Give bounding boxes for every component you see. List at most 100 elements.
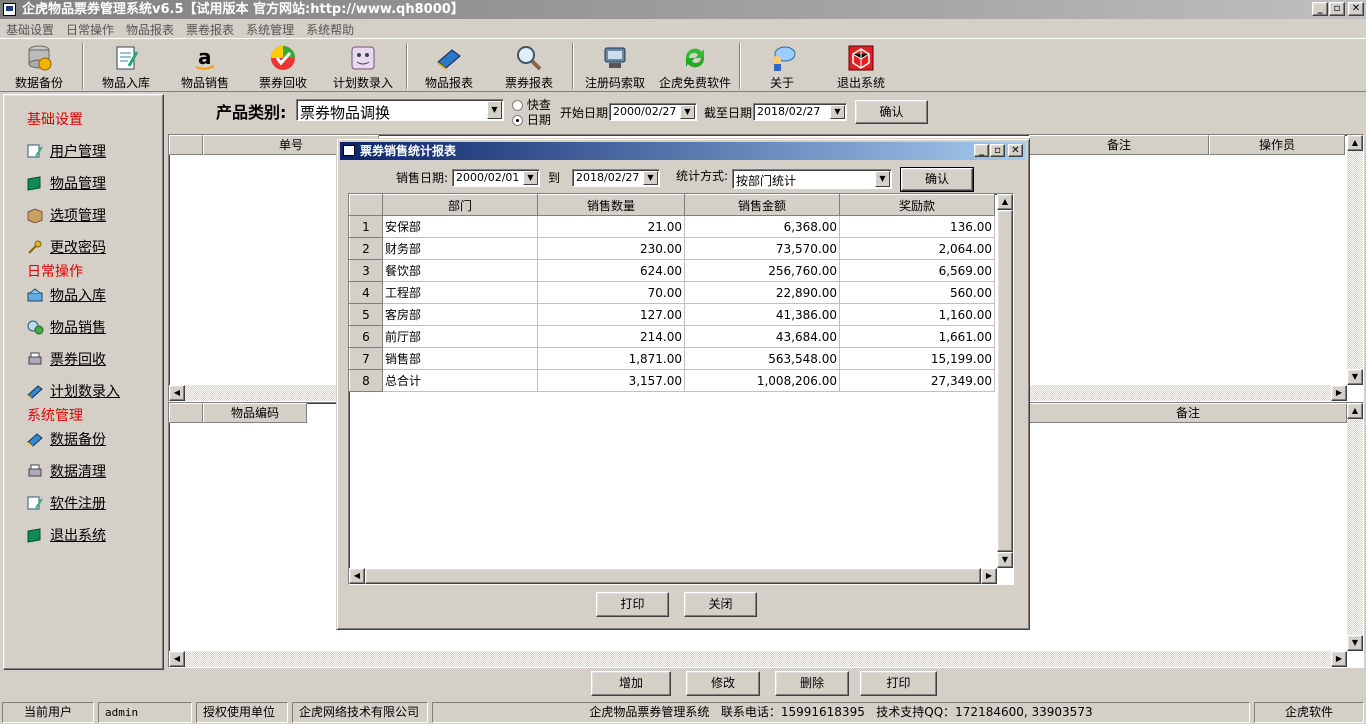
scroll-thumb[interactable] [365, 568, 981, 584]
start-date-picker[interactable]: 2000/02/27 ▼ [609, 103, 697, 121]
bottom-grid-hscroll[interactable]: ◀ ▶ [169, 651, 1347, 667]
chevron-down-icon[interactable]: ▼ [643, 171, 658, 185]
top-grid-vscroll[interactable]: ▲ ▼ [1347, 135, 1363, 385]
table-row[interactable]: 1 安保部 21.00 6,368.00 136.00 [349, 215, 995, 238]
scroll-up-icon[interactable]: ▲ [1347, 135, 1363, 151]
print-button[interactable]: 打印 [860, 671, 937, 696]
grid-header-remark[interactable]: 备注 [1029, 403, 1347, 423]
table-row[interactable]: 7 销售部 1,871.00 563,548.00 15,199.00 [349, 347, 995, 370]
chevron-down-icon[interactable]: ▼ [875, 171, 890, 187]
maximize-button[interactable]: ▫ [1329, 2, 1345, 16]
toolbar-stock-in-button[interactable]: 物品入库 [96, 42, 156, 90]
toolbar-exit-button[interactable]: 退出系统 [832, 42, 890, 90]
grid-header-item-code[interactable]: 物品编码 [203, 403, 307, 423]
chevron-down-icon[interactable]: ▼ [830, 105, 845, 119]
exit-icon [848, 45, 874, 71]
report-header-qty[interactable]: 销售数量 [537, 194, 685, 216]
menu-system-help[interactable]: 系统帮助 [300, 19, 360, 40]
scroll-down-icon[interactable]: ▼ [1347, 635, 1363, 651]
box-icon [27, 208, 43, 223]
scroll-left-icon[interactable]: ◀ [349, 568, 365, 584]
edit-button[interactable]: 修改 [686, 671, 760, 696]
toolbar-backup-button[interactable]: 数据备份 [10, 42, 68, 90]
toolbar-free-software-button[interactable]: 企虎免费软件 [656, 42, 734, 90]
bottom-grid-vscroll[interactable]: ▲ ▼ [1347, 403, 1363, 651]
minimize-button[interactable]: _ [1312, 2, 1328, 16]
report-hscroll[interactable]: ◀ ▶ [349, 568, 997, 584]
end-date-picker[interactable]: 2018/02/27 ▼ [753, 103, 847, 121]
dialog-minimize-button[interactable]: _ [974, 144, 989, 157]
dialog-from-date-picker[interactable]: 2000/02/01 ▼ [452, 169, 540, 187]
nav-item-software-register[interactable]: 软件注册 [26, 493, 106, 515]
toolbar-about-button[interactable]: 关于 [754, 42, 810, 90]
nav-item-goods-management[interactable]: 物品管理 [26, 173, 106, 195]
chevron-down-icon[interactable]: ▼ [487, 101, 502, 119]
toolbar-ticket-recycle-button[interactable]: 票券回收 [254, 42, 312, 90]
menu-basic-settings[interactable]: 基础设置 [0, 19, 60, 40]
table-row[interactable]: 3 餐饮部 624.00 256,760.00 6,569.00 [349, 259, 995, 282]
category-select[interactable]: 票券物品调换 ▼ [296, 99, 504, 121]
radio-date[interactable]: 日期 [512, 111, 551, 128]
scroll-down-icon[interactable]: ▼ [997, 552, 1013, 568]
toolbar-register-button[interactable]: 注册码索取 [582, 42, 648, 90]
table-row[interactable]: 5 客房部 127.00 41,386.00 1,160.00 [349, 303, 995, 326]
toolbar-sales-button[interactable]: a 物品销售 [176, 42, 234, 90]
chevron-down-icon[interactable]: ▼ [680, 105, 695, 119]
menu-goods-report[interactable]: 物品报表 [120, 19, 180, 40]
report-header-dept[interactable]: 部门 [382, 194, 538, 216]
nav-item-option-management[interactable]: 选项管理 [26, 205, 106, 227]
report-header-reward[interactable]: 奖励款 [839, 194, 995, 216]
dialog-title: 票券销售统计报表 [360, 144, 457, 158]
menu-system-management[interactable]: 系统管理 [240, 19, 300, 40]
menu-daily-operations[interactable]: 日常操作 [60, 19, 120, 40]
dialog-maximize-button[interactable]: ▫ [990, 144, 1005, 157]
scroll-right-icon[interactable]: ▶ [1331, 651, 1347, 667]
stat-mode-select[interactable]: 按部门统计 ▼ [732, 169, 892, 189]
filter-confirm-button[interactable]: 确认 [855, 100, 928, 124]
scroll-up-icon[interactable]: ▲ [1347, 403, 1363, 419]
scroll-up-icon[interactable]: ▲ [997, 194, 1013, 210]
nav-item-plan-entry[interactable]: 计划数录入 [26, 381, 120, 403]
delete-button[interactable]: 删除 [775, 671, 849, 696]
dialog-confirm-button[interactable]: 确认 [900, 167, 974, 192]
nav-item-ticket-recycle[interactable]: 票券回收 [26, 349, 106, 371]
nav-item-stock-in[interactable]: 物品入库 [26, 285, 106, 307]
grid-header-remark[interactable]: 备注 [1029, 135, 1209, 155]
scroll-left-icon[interactable]: ◀ [169, 651, 185, 667]
toolbar-plan-entry-button[interactable]: 计划数录入 [330, 42, 396, 90]
end-date-label: 截至日期 [704, 106, 753, 120]
toolbar-ticket-report-button[interactable]: 票券报表 [500, 42, 558, 90]
report-vscroll[interactable]: ▲ ▼ [997, 194, 1013, 568]
grid-header-operator[interactable]: 操作员 [1209, 135, 1345, 155]
table-row[interactable]: 2 财务部 230.00 73,570.00 2,064.00 [349, 237, 995, 260]
report-grid[interactable]: 部门 销售数量 销售金额 奖励款 1 安保部 21.00 6,368.00 136.00… [348, 193, 1014, 585]
scroll-thumb[interactable] [997, 210, 1013, 552]
nav-item-user-management[interactable]: 用户管理 [26, 141, 106, 163]
scroll-right-icon[interactable]: ▶ [981, 568, 997, 584]
scroll-left-icon[interactable]: ◀ [169, 385, 185, 401]
table-row[interactable]: 4 工程部 70.00 22,890.00 560.00 [349, 281, 995, 304]
table-row[interactable]: 8 总合计 3,157.00 1,008,206.00 27,349.00 [349, 369, 995, 392]
dialog-close-action-button[interactable]: 关闭 [684, 592, 757, 617]
nav-item-change-password[interactable]: 更改密码 [26, 237, 106, 259]
grid-corner [169, 403, 203, 423]
report-header-amount[interactable]: 销售金额 [684, 194, 840, 216]
table-row[interactable]: 6 前厅部 214.00 43,684.00 1,661.00 [349, 325, 995, 348]
toolbar-goods-report-button[interactable]: 物品报表 [420, 42, 478, 90]
nav-item-data-backup[interactable]: 数据备份 [26, 429, 106, 451]
dialog-close-button[interactable]: ✕ [1008, 144, 1023, 157]
dialog-to-date-picker[interactable]: 2018/02/27 ▼ [572, 169, 660, 187]
scroll-right-icon[interactable]: ▶ [1331, 385, 1347, 401]
menu-ticket-report[interactable]: 票卷报表 [180, 19, 240, 40]
dialog-print-button[interactable]: 打印 [596, 592, 669, 617]
left-nav-panel: 基础设置 用户管理 物品管理 选项管理 更改密码 日常操作 物品入库 物品销售 … [3, 94, 164, 670]
close-button[interactable]: ✕ [1348, 2, 1364, 16]
chevron-down-icon[interactable]: ▼ [523, 171, 538, 185]
nav-item-exit-system[interactable]: 退出系统 [26, 525, 106, 547]
dialog-title-bar[interactable]: 票券销售统计报表 [340, 142, 1026, 160]
scroll-down-icon[interactable]: ▼ [1347, 369, 1363, 385]
add-button[interactable]: 增加 [591, 671, 671, 696]
nav-item-data-clean[interactable]: 数据清理 [26, 461, 106, 483]
app-icon[interactable] [3, 3, 16, 16]
nav-item-sales[interactable]: 物品销售 [26, 317, 106, 339]
